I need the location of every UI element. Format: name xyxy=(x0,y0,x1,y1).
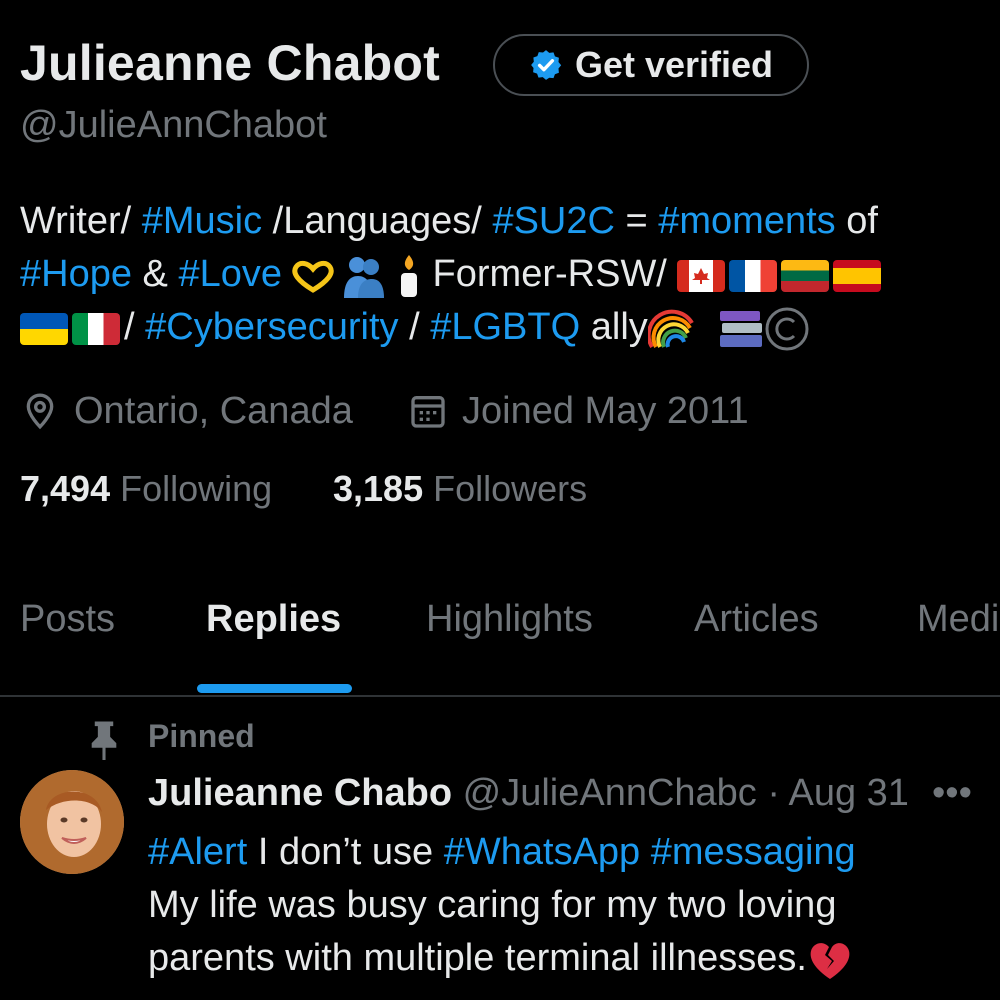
candle-icon xyxy=(401,254,417,297)
profile-name: Julieanne Chabot xyxy=(20,35,440,91)
bio-text: & xyxy=(131,253,179,295)
tweet-line-2: My life was busy caring for my two lovin… xyxy=(148,884,837,926)
tweet-text: #Alert I don’t use #WhatsApp #messaging … xyxy=(148,826,988,985)
following-count: 7,494 xyxy=(20,468,111,509)
profile-tabs: Posts Replies Highlights Articles Medi xyxy=(0,598,1000,694)
lithuania-flag-icon xyxy=(781,259,830,292)
tab-replies[interactable]: Replies xyxy=(206,598,341,641)
tab-media[interactable]: Medi xyxy=(917,598,999,641)
hashtag-music[interactable]: #Music xyxy=(142,200,262,242)
books-icon xyxy=(719,310,762,347)
tweet-text-segment: parents with multiple terminal illnesses… xyxy=(148,937,807,979)
bio-text: ally xyxy=(580,306,648,348)
tweet-text-segment: I don’t use xyxy=(247,831,444,873)
tweet-line-3: parents with multiple terminal illnesses… xyxy=(148,932,988,985)
hashtag-lgbtq[interactable]: #LGBTQ xyxy=(430,306,580,348)
hashtag-su2c[interactable]: #SU2C xyxy=(492,200,615,242)
hashtag-messaging[interactable]: #messaging xyxy=(651,831,856,873)
bio-text: Writer/ xyxy=(20,200,142,242)
bio-text: = xyxy=(614,200,659,242)
joined-meta: Joined May 2011 xyxy=(408,388,749,434)
bio-line-1: Writer/ #Music /Languages/ #SU2C = #mome… xyxy=(20,195,980,248)
verified-badge-icon xyxy=(531,50,562,80)
more-icon[interactable]: ••• xyxy=(932,772,972,815)
italy-flag-icon xyxy=(72,312,120,345)
tweet-author-handle[interactable]: @JulieAnnChabc xyxy=(463,772,757,814)
hashtag-love[interactable]: #Love xyxy=(178,253,282,295)
hashtag-cybersecurity[interactable]: #Cybersecurity xyxy=(145,306,398,348)
bio-line-3: / #Cybersecurity / #LGBTQ ally xyxy=(20,301,980,354)
following-link[interactable]: 7,494 Following xyxy=(20,468,272,510)
hashtag-alert[interactable]: #Alert xyxy=(148,831,247,873)
profile-bio: Writer/ #Music /Languages/ #SU2C = #mome… xyxy=(20,195,980,354)
pin-icon xyxy=(91,721,117,760)
broken-heart-icon xyxy=(810,943,850,979)
profile-handle: @JulieAnnChabot xyxy=(20,104,327,146)
get-verified-button[interactable]: Get verified xyxy=(493,34,809,96)
ukraine-flag-icon xyxy=(20,312,68,345)
tweet-text-segment xyxy=(640,831,651,873)
tweet-header: Julieanne Chabo @JulieAnnChabc · Aug 31 xyxy=(148,772,909,815)
followers-link[interactable]: 3,185 Followers xyxy=(333,468,587,510)
tweet-line-1: #Alert I don’t use #WhatsApp #messaging xyxy=(148,826,988,879)
canada-flag-icon xyxy=(677,259,726,292)
copyright-icon xyxy=(765,307,809,351)
tweet-date[interactable]: Aug 31 xyxy=(789,772,909,814)
location-meta: Ontario, Canada xyxy=(20,388,353,434)
spain-flag-icon xyxy=(833,259,882,292)
rainbow-icon xyxy=(647,309,694,348)
hashtag-whatsapp[interactable]: #WhatsApp xyxy=(444,831,640,873)
heart-hands-icon xyxy=(292,260,334,293)
bio-text: / xyxy=(124,306,146,348)
people-hugging-icon xyxy=(344,256,384,298)
bio-text: / xyxy=(398,306,431,348)
profile-location: Ontario, Canada xyxy=(74,389,353,432)
bio-line-2: #Hope & #Love Former-RSW/ xyxy=(20,248,980,301)
profile-joined: Joined May 2011 xyxy=(462,389,749,432)
active-tab-indicator xyxy=(197,684,352,693)
tabs-divider xyxy=(0,695,1000,697)
following-label: Following xyxy=(120,468,273,509)
tab-posts[interactable]: Posts xyxy=(20,598,115,641)
followers-label: Followers xyxy=(433,468,588,509)
pinned-label: Pinned xyxy=(148,718,255,754)
tweet-separator: · xyxy=(767,772,781,814)
tab-highlights[interactable]: Highlights xyxy=(426,598,593,641)
tab-articles[interactable]: Articles xyxy=(694,598,819,641)
hashtag-hope[interactable]: #Hope xyxy=(20,253,132,295)
bio-text: Former-RSW/ xyxy=(422,253,678,295)
france-flag-icon xyxy=(729,259,778,292)
avatar[interactable] xyxy=(20,770,124,874)
location-pin-icon xyxy=(26,393,54,430)
bio-text: of xyxy=(835,200,878,242)
hashtag-moments[interactable]: #moments xyxy=(658,200,835,242)
followers-count: 3,185 xyxy=(333,468,424,509)
calendar-icon xyxy=(411,396,445,428)
tweet-author-name[interactable]: Julieanne Chabo xyxy=(148,772,452,814)
bio-text: /Languages/ xyxy=(262,200,493,242)
get-verified-label: Get verified xyxy=(574,44,774,85)
